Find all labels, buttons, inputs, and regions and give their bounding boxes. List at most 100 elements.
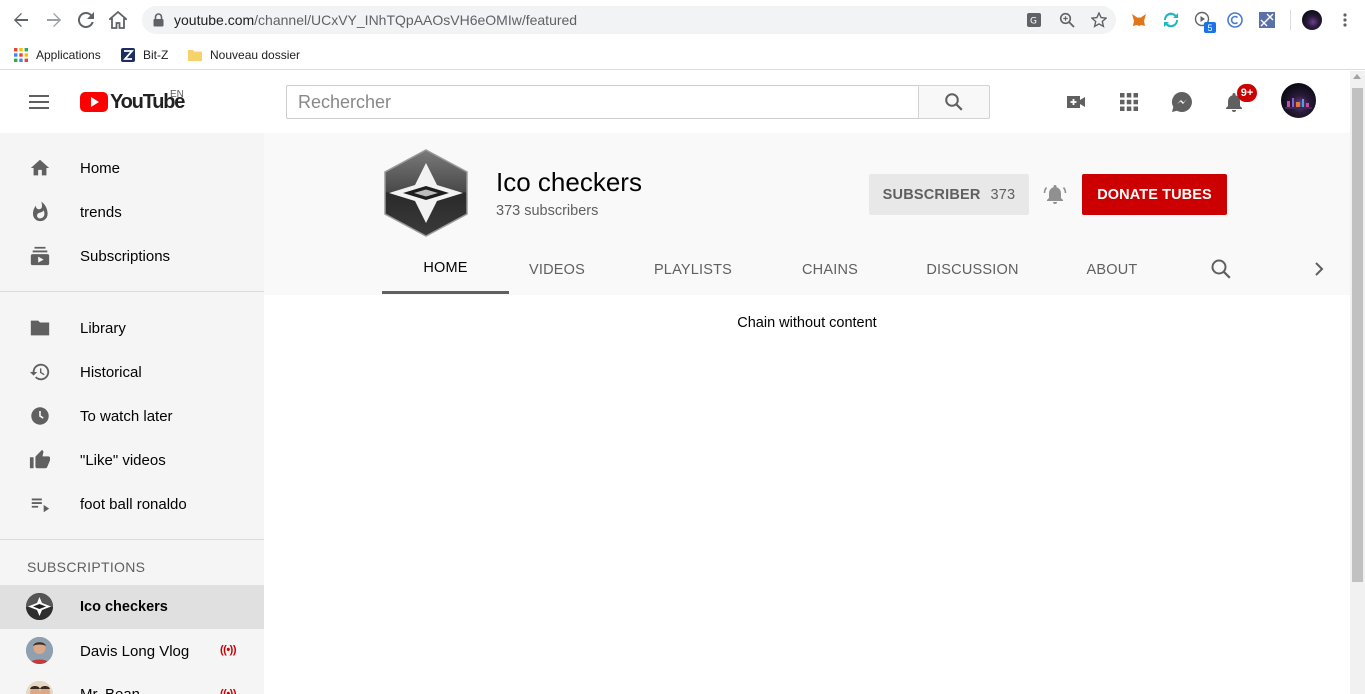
address-bar[interactable]: youtube.com/channel/UCxVY_INhTQpAAOsVH6e… [142,6,1116,34]
lock-icon [153,13,164,27]
youtube-header: YouTube EN Rechercher [0,71,1350,133]
scroll-thumb[interactable] [1352,88,1363,582]
sidebar-item-label: foot ball ronaldo [80,495,187,513]
folder-icon [30,320,50,336]
bookmark-applications[interactable]: Applications [14,44,101,66]
extension-badge: 5 [1204,22,1216,33]
guide-menu-button[interactable] [29,95,49,109]
avatar-image [1285,98,1312,109]
tab-home[interactable]: HOME [382,245,509,294]
playlist-icon [31,498,50,513]
apps-grid-icon [14,48,28,62]
chevron-right-icon[interactable] [1307,257,1331,281]
reload-icon [78,12,94,28]
tab-about[interactable]: ABOUT [1072,245,1152,294]
reload-button[interactable] [75,9,97,31]
search-icon [945,93,963,111]
scroll-up-arrow[interactable] [1353,74,1361,79]
home-icon [30,159,50,176]
bookmark-label: Applications [36,48,101,62]
bookmark-bitz[interactable]: Bit-Z [121,44,168,66]
star-icon[interactable] [1091,12,1107,28]
subscribe-label: SUBSCRIBER [882,186,981,203]
live-icon: ((•)) [220,688,237,694]
sidebar-item-history[interactable]: Historical [0,352,264,392]
sidebar-item-subscriptions[interactable]: Subscriptions [0,236,264,276]
copyright-extension-icon[interactable] [1226,11,1244,29]
arrow-right-icon [47,13,62,27]
zoom-icon[interactable] [1059,12,1075,28]
youtube-play-icon [80,92,108,112]
sidebar-item-liked-videos[interactable]: "Like" videos [0,440,264,480]
mr-bean-avatar-image [26,681,53,694]
channel-avatar [26,637,53,664]
sidebar-sub-mr-bean[interactable]: Mr. Bean ((•)) [0,673,264,694]
sidebar-item-label: To watch later [80,407,173,425]
channel-search-icon[interactable] [1209,257,1233,281]
account-avatar[interactable] [1281,83,1316,118]
empty-channel-message: Chain without content [737,315,877,331]
ico-checkers-logo-icon [26,593,53,620]
sidebar-sub-ico-checkers[interactable]: Ico checkers [0,585,264,629]
channel-title: Ico checkers [496,167,642,197]
create-video-icon[interactable] [1064,90,1088,114]
tab-playlists[interactable]: PLAYLISTS [639,245,747,294]
network-extension-icon[interactable] [1258,11,1276,29]
forward-button[interactable] [43,9,65,31]
tab-discussion[interactable]: DISCUSSION [914,245,1031,294]
sidebar-divider [0,539,264,540]
channel-header: Ico checkers 373 subscribers SUBSCRIBER … [264,133,1350,295]
sync-extension-icon[interactable] [1162,11,1180,29]
country-code: EN [170,89,184,100]
sidebar-sub-davis-long-vlog[interactable]: Davis Long Vlog ((•)) [0,629,264,673]
subscribe-button[interactable]: SUBSCRIBER 373 [869,174,1029,215]
back-button[interactable] [10,9,32,31]
flame-icon [32,201,48,222]
channel-avatar-large[interactable] [381,148,471,238]
bookmark-nouveau-dossier[interactable]: Nouveau dossier [188,44,300,66]
sidebar-item-trends[interactable]: trends [0,192,264,232]
subscribe-count: 373 [990,186,1016,203]
thumbs-up-icon [29,449,51,469]
channel-avatar [26,681,53,694]
messages-icon[interactable] [1170,90,1194,114]
bitz-logo-icon [121,48,135,62]
channel-avatar [26,593,53,620]
ico-checkers-logo-icon [384,149,468,237]
browser-toolbar: youtube.com/channel/UCxVY_INhTQpAAOsVH6e… [0,0,1365,40]
apps-icon[interactable] [1117,90,1141,114]
sidebar-item-label: Historical [80,363,142,381]
youtube-logo[interactable]: YouTube [80,91,185,113]
search-placeholder: Rechercher [298,91,392,112]
sidebar-item-library[interactable]: Library [0,308,264,348]
more-vert-icon[interactable] [1337,12,1353,28]
home-button[interactable] [107,9,129,31]
notification-bell-icon[interactable] [1043,182,1067,206]
sidebar-item-playlist[interactable]: foot ball ronaldo [0,484,264,524]
tab-videos[interactable]: VIDEOS [514,245,600,294]
channel-subscriber-count: 373 subscribers [496,203,599,219]
donate-button[interactable]: DONATE TUBES [1082,174,1227,215]
sidebar-item-label: Ico checkers [80,599,168,615]
live-icon: ((•)) [220,644,237,656]
subscriptions-icon [30,246,50,266]
sidebar-item-watch-later[interactable]: To watch later [0,396,264,436]
sidebar-item-label: Subscriptions [80,247,171,265]
sidebar-item-home[interactable]: Home [0,148,264,188]
sidebar-item-label: Mr. Bean [80,686,140,694]
clock-icon [31,407,49,425]
url-host: youtube.com [174,12,255,28]
bookmark-label: Bit-Z [143,48,169,62]
tab-chains[interactable]: CHAINS [787,245,873,294]
profile-avatar[interactable] [1302,10,1322,30]
notification-badge: 9+ [1237,84,1257,102]
sidebar-item-label: Library [80,319,126,337]
search-input[interactable]: Rechercher [286,85,919,119]
bookmarks-bar: Applications Bit-Z Nouveau dossier [0,40,1365,70]
translate-icon[interactable]: G [1026,12,1042,28]
arrow-left-icon [13,13,28,27]
metamask-extension-icon[interactable] [1130,11,1148,29]
search-button[interactable] [918,85,990,119]
davis-avatar-image [26,637,53,664]
folder-icon [188,50,202,61]
